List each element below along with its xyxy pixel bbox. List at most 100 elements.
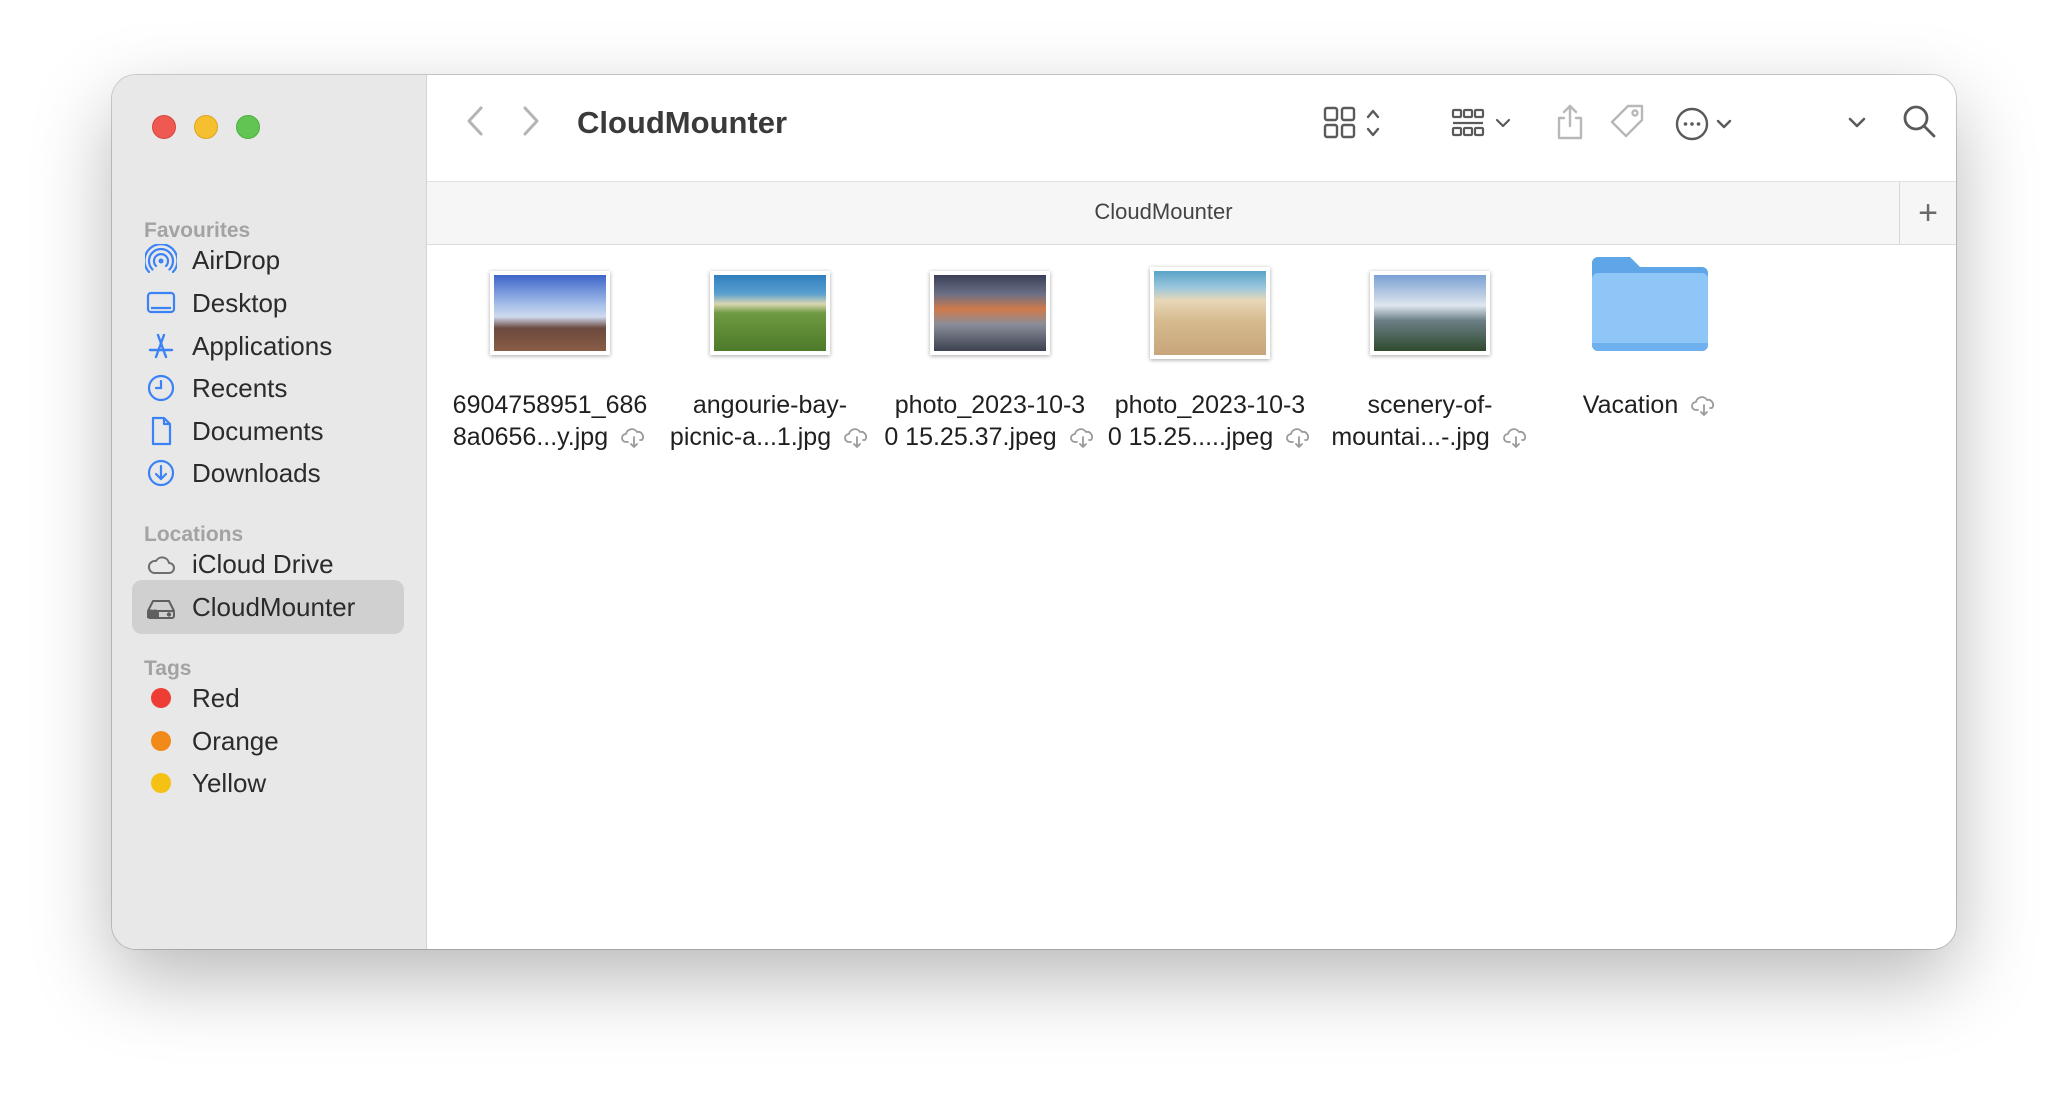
airdrop-icon <box>144 243 178 277</box>
file-name-line1: photo_2023-10-3 <box>894 391 1086 419</box>
search-button[interactable] <box>1897 99 1943 145</box>
file-item[interactable]: photo_2023-10-3 0 15.25.....jpeg <box>1100 259 1320 453</box>
desktop-icon <box>144 286 178 320</box>
image-thumbnail <box>440 259 660 355</box>
cloud-download-icon <box>1286 428 1310 449</box>
cloud-download-icon <box>621 428 645 449</box>
file-name-line1: 6904758951_686 <box>452 391 648 419</box>
sidebar-item-label: Downloads <box>192 457 321 488</box>
photo-preview <box>710 271 830 355</box>
toolbar-overflow-button[interactable] <box>1837 103 1877 143</box>
tag-dot-icon <box>144 681 178 715</box>
view-mode-button[interactable] <box>1317 99 1397 149</box>
file-name-line1: angourie-bay- <box>692 391 848 419</box>
file-name: photo_2023-10-3 0 15.25.....jpeg <box>1100 389 1320 453</box>
search-icon <box>1903 105 1936 138</box>
file-grid: 6904758951_686 8a0656...y.jpg angourie-b <box>427 245 1956 949</box>
file-name: photo_2023-10-3 0 15.25.37.jpeg <box>880 389 1100 453</box>
window-title: CloudMounter <box>577 105 788 140</box>
applications-icon <box>144 329 178 363</box>
folder-thumbnail <box>1540 257 1760 355</box>
clock-icon <box>144 371 178 405</box>
file-name-line2: mountai...-.jpg <box>1331 423 1490 451</box>
sidebar-item-label: Yellow <box>192 767 267 798</box>
file-name-line1: photo_2023-10-3 <box>1114 391 1306 419</box>
cloud-icon <box>144 547 178 581</box>
sidebar: Favourites AirDrop Desktop Applications … <box>112 75 427 949</box>
tag-dot-icon <box>144 724 178 758</box>
sidebar-item-label: AirDrop <box>192 244 281 275</box>
file-item[interactable]: scenery-of- mountai...-.jpg <box>1320 259 1540 453</box>
minimize-window-button[interactable] <box>194 115 218 139</box>
share-icon <box>1557 104 1583 140</box>
image-thumbnail <box>1100 259 1320 359</box>
tab-cloudmounter[interactable]: CloudMounter <box>427 199 1900 225</box>
file-name: Vacation <box>1540 389 1760 421</box>
back-button[interactable] <box>455 101 495 141</box>
file-item[interactable]: 6904758951_686 8a0656...y.jpg <box>440 259 660 453</box>
ellipsis-circle-icon <box>1675 107 1732 141</box>
file-name-line2: 0 15.25.....jpeg <box>1107 423 1274 451</box>
group-grid-icon <box>1451 108 1511 137</box>
photo-preview <box>1370 271 1490 355</box>
tag-icon <box>1610 104 1644 138</box>
file-name-line2: 8a0656...y.jpg <box>452 423 609 451</box>
photo-preview <box>490 271 610 355</box>
tag-color-swatch <box>151 773 171 793</box>
sidebar-item-downloads[interactable]: Downloads <box>132 446 404 500</box>
folder-icon <box>1592 257 1708 351</box>
forward-button[interactable] <box>511 101 551 141</box>
window-controls <box>152 115 260 139</box>
new-tab-button[interactable]: + <box>1899 182 1956 244</box>
file-name-line2: 0 15.25.37.jpeg <box>884 423 1057 451</box>
image-thumbnail <box>660 259 880 355</box>
file-item[interactable]: photo_2023-10-3 0 15.25.37.jpeg <box>880 259 1100 453</box>
toolbar: CloudMounter <box>427 75 1956 175</box>
tags-button[interactable] <box>1603 97 1653 147</box>
chevron-left-icon <box>467 106 483 136</box>
image-thumbnail <box>1320 259 1540 355</box>
sidebar-item-label: Desktop <box>192 287 288 318</box>
cloud-download-icon <box>1691 396 1715 417</box>
sidebar-item-label: Recents <box>192 372 288 403</box>
sidebar-item-label: CloudMounter <box>192 591 356 622</box>
tab-bar: CloudMounter + <box>427 181 1956 245</box>
sidebar-item-label: Documents <box>192 415 324 446</box>
sidebar-item-label: Applications <box>192 330 333 361</box>
cloud-download-icon <box>1502 428 1526 449</box>
image-thumbnail <box>880 259 1100 355</box>
sidebar-item-cloudmounter[interactable]: CloudMounter <box>132 580 404 634</box>
finder-window: Favourites AirDrop Desktop Applications … <box>112 75 1956 949</box>
file-name-line1: scenery-of- <box>1367 391 1493 419</box>
chevron-down-icon <box>1848 117 1866 128</box>
icon-view-grid-icon <box>1323 106 1380 139</box>
cloud-download-icon <box>844 428 868 449</box>
cloud-download-icon <box>1069 428 1093 449</box>
more-actions-button[interactable] <box>1669 99 1749 149</box>
file-item[interactable]: angourie-bay- picnic-a...1.jpg <box>660 259 880 453</box>
document-icon <box>144 414 178 448</box>
photo-preview <box>1150 267 1270 359</box>
chevron-right-icon <box>523 106 539 136</box>
file-name: angourie-bay- picnic-a...1.jpg <box>660 389 880 453</box>
sidebar-tag-yellow[interactable]: Yellow <box>132 756 404 810</box>
tag-dot-icon <box>144 766 178 800</box>
download-icon <box>144 456 178 490</box>
sidebar-item-label: iCloud Drive <box>192 548 334 579</box>
drive-icon <box>144 590 178 624</box>
folder-name: Vacation <box>1582 391 1679 419</box>
zoom-window-button[interactable] <box>236 115 260 139</box>
close-window-button[interactable] <box>152 115 176 139</box>
photo-preview <box>930 271 1050 355</box>
share-button[interactable] <box>1545 97 1595 147</box>
tag-color-swatch <box>151 731 171 751</box>
file-name: scenery-of- mountai...-.jpg <box>1320 389 1540 453</box>
file-name-line2: picnic-a...1.jpg <box>669 423 832 451</box>
sidebar-item-label: Orange <box>192 725 279 756</box>
group-by-button[interactable] <box>1447 99 1527 149</box>
folder-item[interactable]: Vacation <box>1540 257 1760 421</box>
file-name: 6904758951_686 8a0656...y.jpg <box>440 389 660 453</box>
tag-color-swatch <box>151 688 171 708</box>
main-content: CloudMounter CloudMounter + 6904758951_6… <box>427 75 1956 949</box>
sidebar-item-label: Red <box>192 682 240 713</box>
